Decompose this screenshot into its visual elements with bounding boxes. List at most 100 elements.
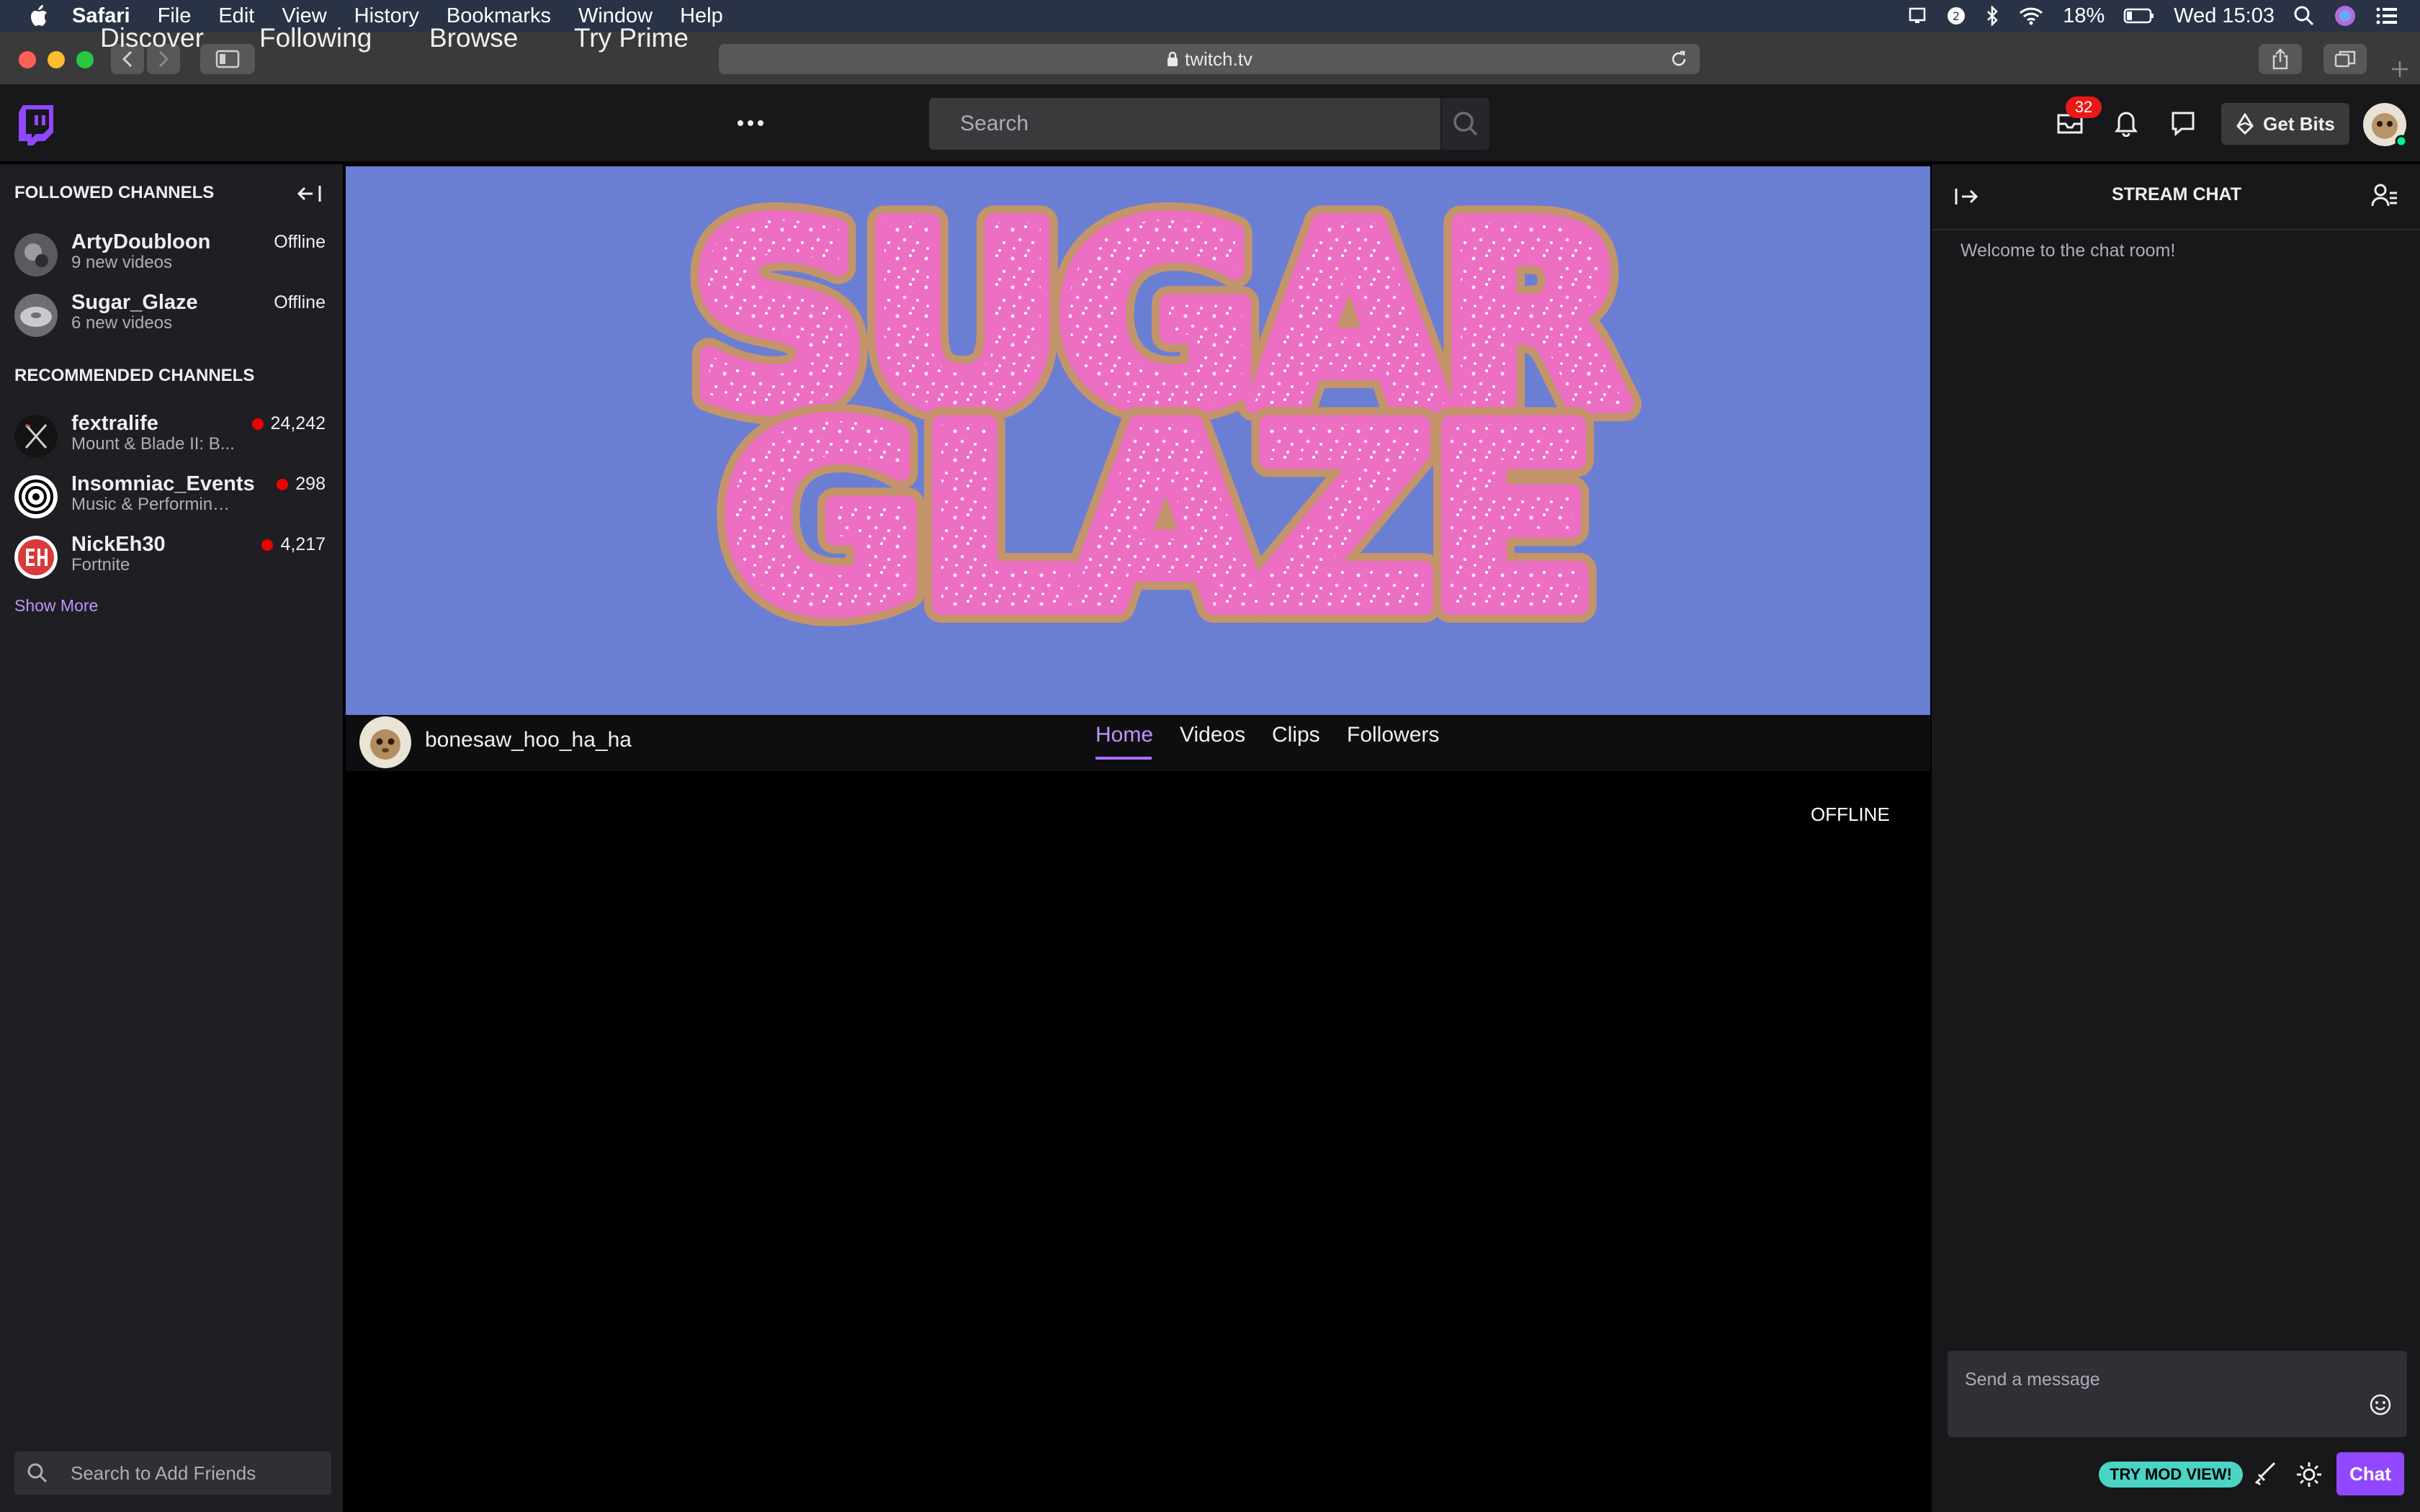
search-icon (27, 1463, 48, 1483)
mod-sword-icon[interactable] (2253, 1460, 2279, 1489)
channel-name: Insomniac_Events (71, 472, 255, 495)
tab-home[interactable]: Home (1095, 723, 1153, 747)
window-zoom-button[interactable] (76, 51, 94, 68)
community-users-icon[interactable] (2371, 183, 2400, 209)
recommended-channel-nickeh30[interactable]: NickEh30 Fortnite 4,217 (0, 530, 344, 590)
live-indicator-icon (251, 418, 264, 430)
url-text: twitch.tv (1185, 48, 1252, 70)
chat-settings-gear-icon[interactable] (2295, 1460, 2323, 1489)
active-tab-indicator (1095, 757, 1152, 760)
followed-channel-artydoubloon[interactable]: ArtyDoubloon 9 new videos Offline (0, 228, 344, 288)
channel-banner: SUGAR SUGAR SUGAR GLAZE GLAZE GLAZE (346, 166, 1930, 715)
tabs-overview-button[interactable] (2323, 44, 2367, 74)
sugar-glaze-logo-art: SUGAR SUGAR SUGAR GLAZE GLAZE GLAZE (673, 166, 1649, 682)
inbox-count-badge: 32 (2066, 96, 2102, 118)
left-sidebar: FOLLOWED CHANNELS ArtyDoubloon 9 new vid… (0, 164, 344, 1512)
emote-picker-icon[interactable] (2368, 1392, 2393, 1417)
tab-followers[interactable]: Followers (1347, 723, 1439, 747)
tabs-icon (2334, 50, 2356, 68)
channel-subtitle: Mount & Blade II: B... (71, 434, 235, 454)
channel-subtitle: Fortnite (71, 555, 130, 575)
followed-channels-heading: FOLLOWED CHANNELS (14, 183, 215, 202)
channel-avatar (14, 475, 58, 518)
live-indicator-icon (277, 478, 289, 490)
nav-browse[interactable]: Browse (429, 23, 518, 53)
channel-name: fextralife (71, 412, 158, 435)
send-chat-button[interactable]: Chat (2336, 1452, 2404, 1495)
recommended-channels-heading: RECOMMENDED CHANNELS (14, 366, 255, 385)
bluetooth-icon[interactable] (1985, 6, 1999, 26)
notifications-bell-icon[interactable] (2113, 108, 2139, 137)
siri-icon[interactable] (2334, 4, 2357, 27)
reload-icon[interactable] (1670, 50, 1688, 68)
channel-owner-name[interactable]: bonesaw_hoo_ha_ha (425, 728, 632, 752)
screen-share-icon[interactable] (1909, 6, 1927, 25)
chat-message-input[interactable]: Send a message (1948, 1351, 2407, 1437)
search-icon (1453, 112, 1478, 136)
viewer-count: 4,217 (280, 534, 326, 554)
offline-status-label: OFFLINE (1811, 804, 1890, 825)
search-placeholder: Search (960, 112, 1029, 135)
search-button[interactable] (1442, 98, 1489, 150)
more-options-icon[interactable] (736, 118, 765, 128)
search-input[interactable]: Search (929, 98, 1440, 150)
svg-text:2: 2 (1953, 9, 1960, 23)
lock-icon (1168, 51, 1178, 66)
address-bar[interactable]: twitch.tv (719, 44, 1700, 74)
channel-name: Sugar_Glaze (71, 291, 198, 314)
tab-videos[interactable]: Videos (1180, 723, 1245, 747)
recommended-channel-fextralife[interactable]: fextralife Mount & Blade II: B... 24,242 (0, 409, 344, 469)
twitch-logo-icon[interactable] (19, 105, 53, 145)
nav-try-prime[interactable]: Try Prime (574, 23, 689, 53)
menu-edit[interactable]: Edit (218, 4, 254, 28)
channel-avatar (14, 536, 58, 579)
new-tab-icon[interactable] (2390, 59, 2410, 79)
menubar-clock[interactable]: Wed 15:03 (2174, 4, 2275, 28)
notification-center-icon[interactable] (2375, 6, 2398, 26)
get-bits-button[interactable]: Get Bits (2221, 103, 2349, 145)
user-avatar[interactable] (2362, 102, 2407, 147)
apple-logo-icon[interactable] (27, 4, 49, 28)
video-player[interactable] (346, 771, 1930, 1512)
collapse-sidebar-icon[interactable] (297, 183, 323, 204)
chat-header: STREAM CHAT (1932, 164, 2420, 230)
search-friends-input[interactable]: Search to Add Friends (14, 1452, 331, 1495)
channel-avatar (14, 415, 58, 458)
window-minimize-button[interactable] (48, 51, 65, 68)
tab-clips[interactable]: Clips (1272, 723, 1320, 747)
channel-subtitle: Music & Performing Art... (71, 495, 237, 514)
show-more-link[interactable]: Show More (14, 596, 98, 616)
followed-channel-sugar-glaze[interactable]: Sugar_Glaze 6 new videos Offline (0, 288, 344, 348)
try-mod-view-button[interactable]: TRY MOD VIEW! (2099, 1462, 2243, 1488)
channel-avatar (14, 294, 58, 337)
battery-percent: 18% (2063, 4, 2105, 27)
battery-icon[interactable] (2123, 7, 2155, 24)
whispers-chat-icon[interactable] (2169, 109, 2197, 137)
search-friends-placeholder: Search to Add Friends (71, 1462, 256, 1484)
sidebar-toggle-button[interactable] (200, 44, 255, 74)
channel-subtitle: 6 new videos (71, 313, 173, 333)
channel-avatar (14, 233, 58, 276)
viewer-count: 24,242 (270, 413, 326, 433)
chat-input-placeholder: Send a message (1965, 1369, 2100, 1390)
get-bits-label: Get Bits (2263, 112, 2335, 135)
bits-gem-icon (2236, 113, 2254, 135)
channel-status: Offline (274, 292, 326, 312)
channel-owner-avatar[interactable] (359, 716, 412, 769)
banner-line2-sprinkles: GLAZE (722, 376, 1590, 665)
channel-viewers: 4,217 (261, 534, 326, 555)
share-button[interactable] (2259, 44, 2302, 74)
channel-viewers: 24,242 (251, 413, 326, 434)
channel-name: NickEh30 (71, 533, 166, 556)
nav-following[interactable]: Following (259, 23, 372, 53)
window-close-button[interactable] (19, 51, 36, 68)
status-circle-icon[interactable]: 2 (1946, 6, 1966, 26)
spotlight-search-icon[interactable] (2293, 5, 2315, 27)
nav-discover[interactable]: Discover (100, 23, 204, 53)
recommended-channel-insomniac-events[interactable]: Insomniac_Events Music & Performing Art.… (0, 469, 344, 530)
viewer-count: 298 (295, 474, 326, 494)
wifi-icon[interactable] (2018, 6, 2044, 26)
channel-name: ArtyDoubloon (71, 230, 211, 253)
share-icon (2272, 48, 2288, 70)
stream-chat-panel: STREAM CHAT Welcome to the chat room! Se… (1930, 164, 2420, 1512)
